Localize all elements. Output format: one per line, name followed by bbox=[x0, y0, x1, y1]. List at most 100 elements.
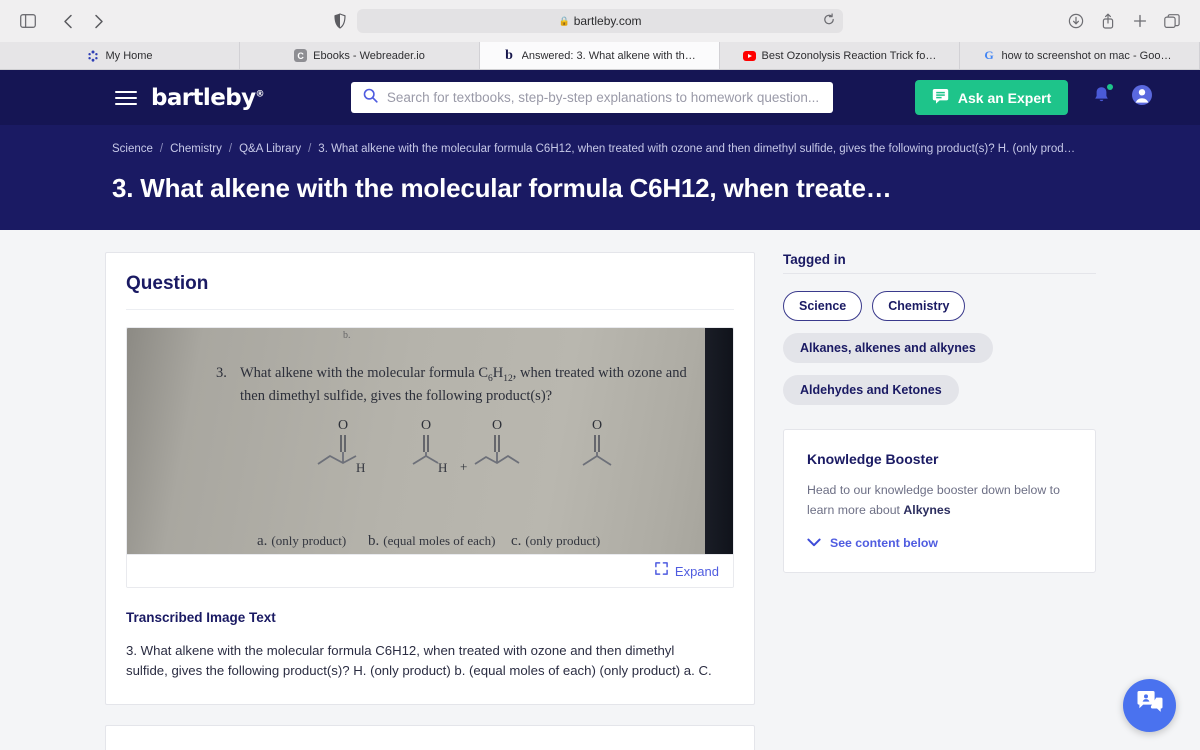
choice-note-b: (equal moles of each) bbox=[383, 533, 496, 548]
expand-icon bbox=[655, 562, 668, 580]
photo-line1c: , when treated with bbox=[512, 365, 624, 381]
main-column: Question b. 3. What alkene with the mole… bbox=[105, 252, 755, 750]
support-chat-button[interactable] bbox=[1123, 679, 1176, 732]
tab-title: Ebooks - Webreader.io bbox=[313, 49, 425, 62]
structure-c-acetone: O bbox=[567, 416, 637, 476]
choice-label-c: c. (only product) bbox=[511, 532, 600, 550]
browser-tab-active[interactable]: b Answered: 3. What alkene with the mole… bbox=[480, 42, 720, 69]
question-photo[interactable]: b. 3. What alkene with the molecular for… bbox=[127, 328, 733, 554]
bartleby-spark-icon bbox=[86, 49, 99, 62]
bartleby-b-icon: b bbox=[505, 47, 513, 63]
svg-text:O: O bbox=[492, 418, 502, 433]
tab-overview-icon[interactable] bbox=[1158, 7, 1186, 35]
question-card: Question b. 3. What alkene with the mole… bbox=[105, 252, 755, 705]
tagged-in-divider bbox=[783, 273, 1096, 274]
tag-chemistry[interactable]: Chemistry bbox=[872, 291, 966, 321]
svg-text:H: H bbox=[356, 460, 365, 475]
account-avatar-icon[interactable] bbox=[1131, 84, 1153, 111]
search-icon bbox=[363, 88, 378, 108]
bartleby-logo[interactable]: bartleby® bbox=[151, 85, 265, 111]
choice-letter-b: b. bbox=[368, 533, 380, 549]
breadcrumb-separator: / bbox=[228, 143, 233, 155]
toolbar-right-icons bbox=[1062, 7, 1186, 35]
browser-tab[interactable]: My Home bbox=[0, 42, 240, 69]
browser-toolbar: 🔒 bartleby.com bbox=[0, 0, 1200, 42]
browser-chrome: 🔒 bartleby.com My Home C Ebooks - Webrea… bbox=[0, 0, 1200, 70]
support-chat-icon bbox=[1136, 690, 1164, 721]
chat-bubble-icon bbox=[932, 88, 949, 107]
tab-title: My Home bbox=[105, 49, 153, 62]
transcribed-image-text-body: 3. What alkene with the molecular formul… bbox=[126, 643, 712, 679]
logo-registered-mark: ® bbox=[255, 88, 264, 99]
choice-letter-c: c. bbox=[511, 533, 522, 549]
tag-list-filled-2: Aldehydes and Ketones bbox=[783, 375, 1096, 405]
search-box[interactable] bbox=[350, 82, 833, 113]
breadcrumb-item-qa-library[interactable]: Q&A Library bbox=[239, 143, 301, 155]
browser-tab[interactable]: Best Ozonolysis Reaction Trick for Alken… bbox=[720, 42, 960, 69]
search-input[interactable] bbox=[386, 90, 821, 105]
knowledge-booster-title: Knowledge Booster bbox=[807, 451, 939, 467]
tag-alkanes-alkenes-alkynes[interactable]: Alkanes, alkenes and alkynes bbox=[783, 333, 993, 363]
share-icon[interactable] bbox=[1094, 7, 1122, 35]
lock-icon: 🔒 bbox=[558, 15, 570, 26]
tab-title: Answered: 3. What alkene with the molec.… bbox=[521, 49, 697, 62]
new-tab-icon[interactable] bbox=[1126, 7, 1154, 35]
photo-top-fragment: b. bbox=[343, 330, 351, 341]
breadcrumb-item-chemistry[interactable]: Chemistry bbox=[170, 143, 222, 155]
bell-icon[interactable] bbox=[1092, 84, 1114, 110]
photo-line1: What alkene with the molecular formula C bbox=[240, 365, 489, 381]
svg-text:O: O bbox=[421, 418, 431, 433]
structure-a-propanal: O H bbox=[312, 416, 392, 476]
tag-list-outline: Science Chemistry bbox=[783, 291, 1096, 321]
svg-text:H: H bbox=[438, 460, 447, 475]
svg-text:O: O bbox=[338, 418, 348, 433]
knowledge-booster-text: Head to our knowledge booster down below… bbox=[807, 481, 1072, 521]
tag-science[interactable]: Science bbox=[783, 291, 863, 321]
photo-dark-edge bbox=[705, 328, 733, 554]
browser-tab[interactable]: G how to screenshot on mac - Google Sear… bbox=[960, 42, 1200, 69]
expand-image-button[interactable]: Expand bbox=[127, 554, 733, 587]
site-header: bartleby® Ask an Expert bbox=[0, 70, 1200, 125]
sidebar-column: Tagged in Science Chemistry Alkanes, alk… bbox=[783, 252, 1096, 573]
question-heading: Question bbox=[126, 273, 734, 310]
tag-list-filled: Alkanes, alkenes and alkynes bbox=[783, 333, 1096, 363]
tag-aldehydes-and-ketones[interactable]: Aldehydes and Ketones bbox=[783, 375, 959, 405]
choice-label-a: a. (only product) bbox=[257, 532, 346, 550]
downloads-icon[interactable] bbox=[1062, 7, 1090, 35]
breadcrumb-current: 3. What alkene with the molecular formul… bbox=[318, 143, 1079, 155]
page-body: Question b. 3. What alkene with the mole… bbox=[0, 230, 1200, 750]
knowledge-booster-topic: Alkynes bbox=[903, 502, 951, 517]
ebooks-icon: C bbox=[294, 49, 308, 62]
choice-letter-a: a. bbox=[257, 533, 268, 549]
title-band: Science / Chemistry / Q&A Library / 3. W… bbox=[0, 125, 1200, 230]
back-chevron-icon[interactable] bbox=[54, 7, 82, 35]
expand-label: Expand bbox=[674, 563, 719, 579]
address-bar-region: 🔒 bartleby.com bbox=[118, 8, 1052, 34]
google-icon: G bbox=[984, 48, 994, 62]
breadcrumb-separator: / bbox=[308, 143, 312, 155]
forward-chevron-icon[interactable] bbox=[84, 7, 112, 35]
see-content-below-label: See content below bbox=[830, 535, 938, 550]
sidebar-icon[interactable] bbox=[14, 7, 42, 35]
browser-tab[interactable]: C Ebooks - Webreader.io bbox=[240, 42, 480, 69]
see-content-below-link[interactable]: See content below bbox=[807, 536, 1072, 550]
breadcrumb-separator: / bbox=[159, 143, 164, 155]
photo-question-text: 3. What alkene with the molecular formul… bbox=[216, 363, 710, 408]
hamburger-menu-icon[interactable] bbox=[115, 87, 137, 109]
screen-root: 🔒 bartleby.com My Home C Ebooks - Webrea… bbox=[0, 0, 1200, 750]
breadcrumb-item-science[interactable]: Science bbox=[112, 143, 153, 155]
question-image-frame: b. 3. What alkene with the molecular for… bbox=[126, 327, 734, 588]
reload-icon[interactable] bbox=[823, 13, 835, 29]
photo-sub-12: 12 bbox=[503, 373, 513, 384]
address-bar[interactable]: 🔒 bartleby.com bbox=[357, 9, 843, 33]
youtube-icon bbox=[742, 49, 756, 62]
nav-buttons bbox=[54, 7, 112, 35]
transcribed-image-text-heading: Transcribed Image Text bbox=[126, 610, 276, 625]
url-text: bartleby.com bbox=[573, 14, 642, 28]
tagged-in-heading: Tagged in bbox=[783, 252, 846, 267]
choice-note-c: (only product) bbox=[525, 533, 601, 548]
privacy-shield-icon[interactable] bbox=[327, 8, 353, 34]
ask-an-expert-button[interactable]: Ask an Expert bbox=[914, 80, 1069, 115]
ask-expert-label: Ask an Expert bbox=[957, 89, 1052, 106]
next-card-placeholder bbox=[105, 724, 755, 750]
